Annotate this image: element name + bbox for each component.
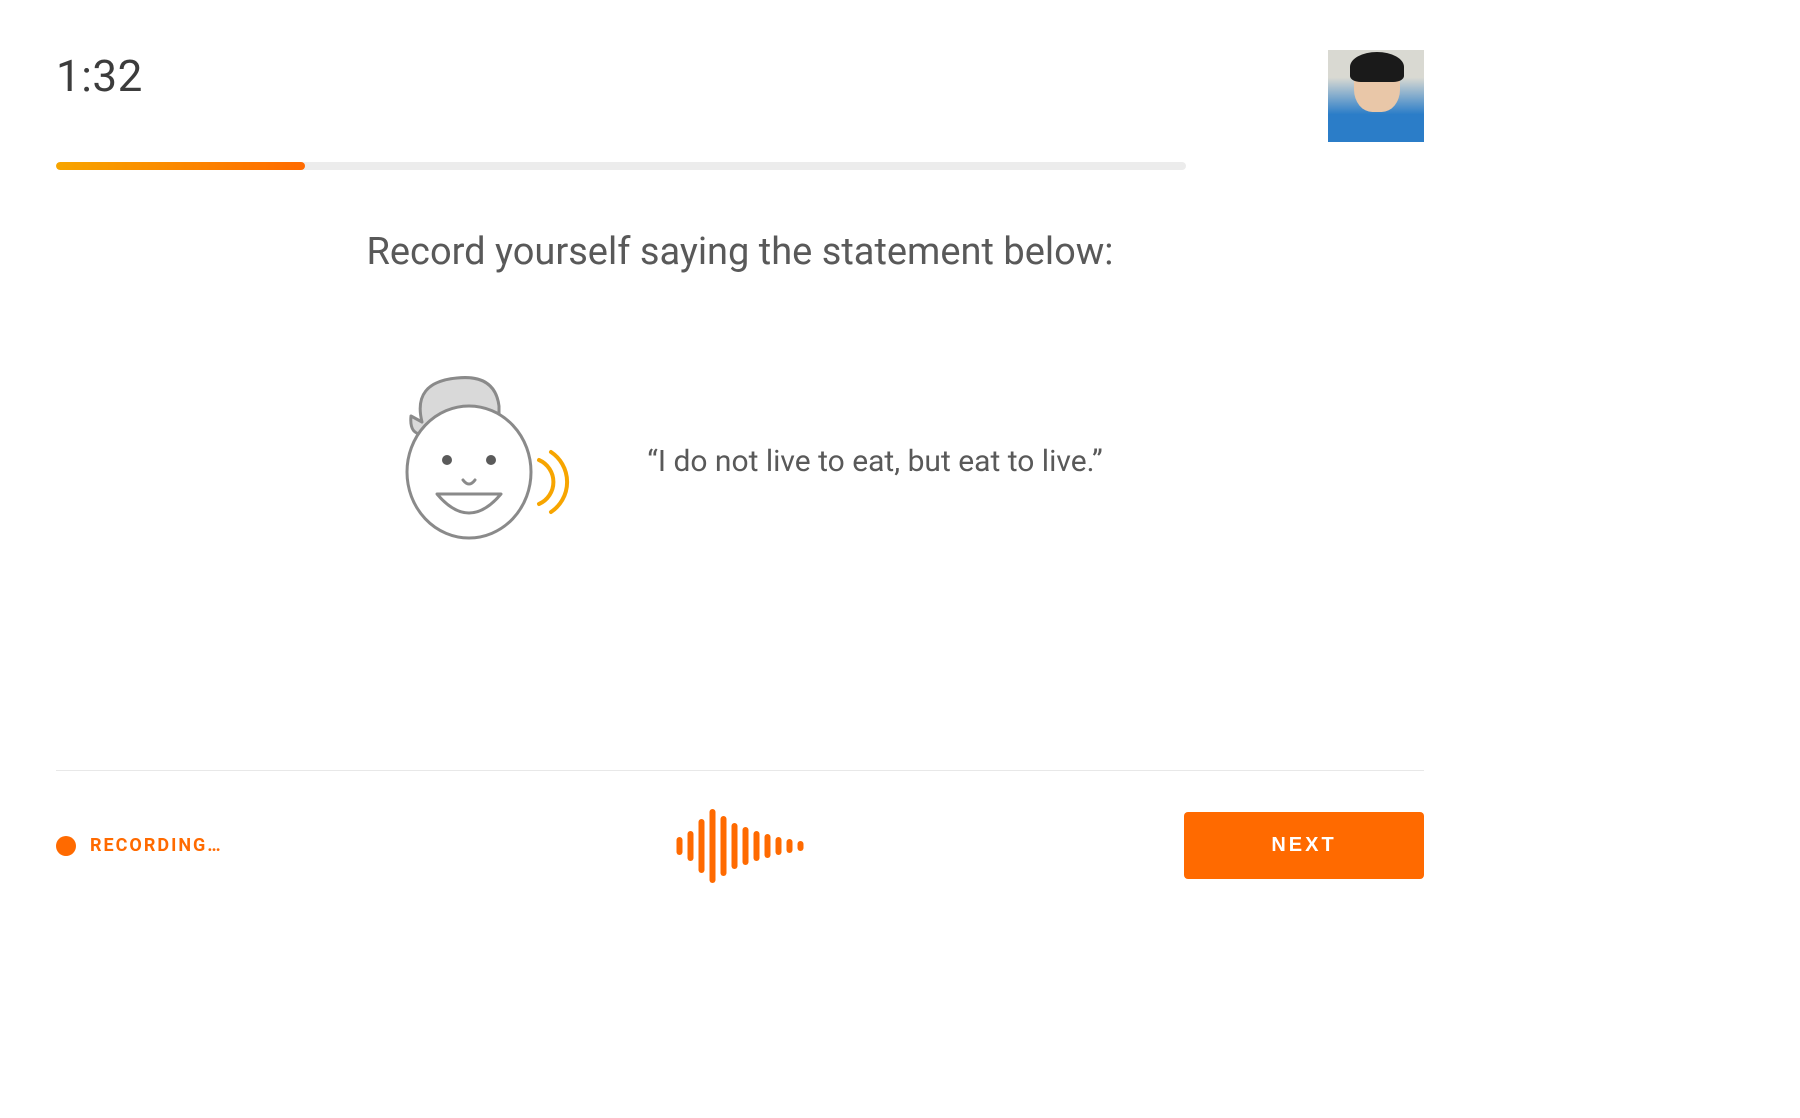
main-content: Record yourself saying the statement bel…: [56, 170, 1424, 770]
header: 1:32: [56, 50, 1424, 142]
audio-waveform-icon: [677, 809, 804, 883]
next-button[interactable]: NEXT: [1184, 812, 1424, 879]
progress-fill: [56, 162, 305, 170]
speaking-face-icon: [377, 364, 577, 558]
progress-track: [56, 162, 1186, 170]
recording-label: RECORDING…: [90, 835, 223, 856]
app-container: 1:32 Record yourself saying the statemen…: [0, 0, 1480, 920]
prompt-row: “I do not live to eat, but eat to live.”: [377, 364, 1103, 558]
recording-status: RECORDING…: [56, 835, 223, 856]
instruction-text: Record yourself saying the statement bel…: [366, 230, 1113, 274]
record-dot-icon: [56, 836, 76, 856]
prompt-sentence: “I do not live to eat, but eat to live.”: [647, 444, 1103, 479]
footer: RECORDING… NEXT: [56, 770, 1424, 880]
user-avatar[interactable]: [1328, 50, 1424, 142]
progress-bar: [56, 162, 1186, 170]
timer-display: 1:32: [56, 50, 143, 102]
